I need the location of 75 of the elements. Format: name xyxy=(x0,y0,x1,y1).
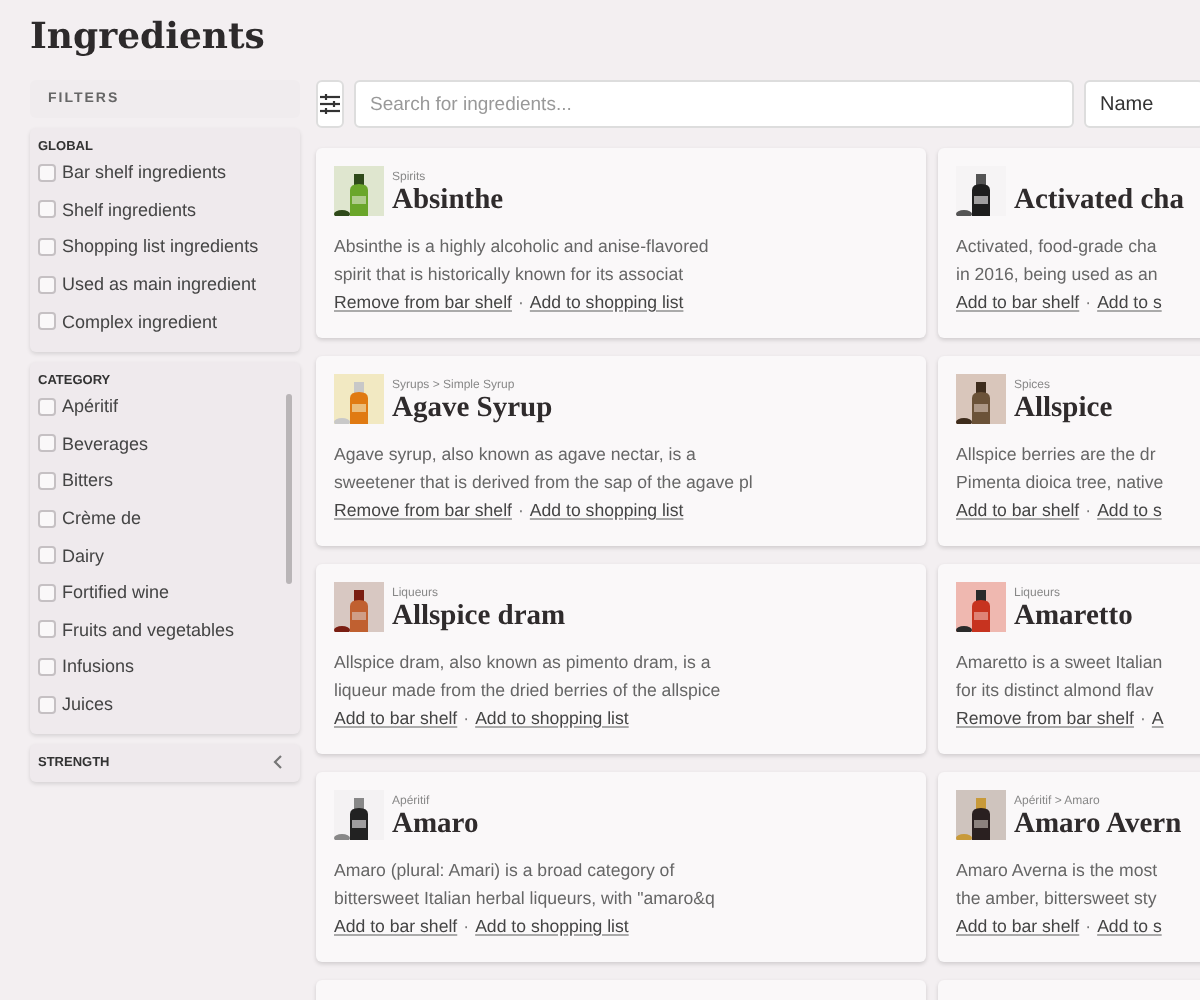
ingredient-name[interactable]: Agave Syrup xyxy=(392,392,553,424)
ingredient-description: Absinthe is a highly alcoholic and anise-flavored spirit that is historically known for its associat xyxy=(334,234,711,288)
ingredient-name[interactable]: Allspice dram xyxy=(392,600,566,632)
ingredient-description: Amaretto is a sweet Italian for its distinct almond flav xyxy=(956,650,1165,704)
checkbox[interactable] xyxy=(38,163,56,182)
action-link[interactable]: Add to bar shelf xyxy=(956,292,1080,312)
ingredient-description: Amaro (plural: Amari) is a broad category of bittersweet Italian herbal liqueurs, with "amaro&q xyxy=(334,858,717,912)
checkbox[interactable] xyxy=(38,434,56,453)
action-link[interactable]: A xyxy=(1151,708,1164,728)
filter-option-label: Beverages xyxy=(62,433,149,454)
filter-option-label: Shopping list ingredients xyxy=(62,236,259,257)
ingredient-name[interactable]: Amaro xyxy=(392,808,479,840)
scrollbar[interactable] xyxy=(286,393,292,584)
separator-dot: · xyxy=(1085,292,1092,312)
filter-option-label: Shelf ingredients xyxy=(62,199,197,220)
ingredient-name[interactable]: Amaro Avern xyxy=(1014,808,1182,840)
filter-option-label: Infusions xyxy=(62,656,135,677)
filter-option-label: Juices xyxy=(62,694,114,715)
checkbox[interactable] xyxy=(38,200,56,219)
ingredient-description: Allspice berries are the dr Pimenta dioica tree, native xyxy=(956,442,1166,496)
action-link[interactable]: Add to shopping list xyxy=(529,500,684,520)
checkbox[interactable] xyxy=(38,620,56,639)
checkbox[interactable] xyxy=(38,397,56,416)
action-link[interactable]: Add to s xyxy=(1097,500,1162,520)
filter-option-label: Fruits and vegetables xyxy=(62,619,235,640)
ingredient-description: Activated, food-grade cha in 2016, being used as an xyxy=(956,234,1160,288)
checkbox[interactable] xyxy=(38,695,56,714)
filter-option-label: Dairy xyxy=(62,545,105,566)
checkbox[interactable] xyxy=(38,237,56,256)
action-link[interactable]: Add to shopping list xyxy=(475,708,629,728)
filter-option-label: Apéritif xyxy=(62,396,119,417)
sliders-icon xyxy=(318,92,342,116)
action-link[interactable]: Add to shopping list xyxy=(475,916,629,936)
ingredient-description: Agave syrup, also known as agave nectar, is a sweetener that is derived from the sap of the agave pl xyxy=(334,442,755,496)
separator-dot: · xyxy=(463,916,470,936)
filter-toggle-button[interactable] xyxy=(316,80,344,128)
filter-option-label: Fortified wine xyxy=(62,582,170,603)
sort-dropdown[interactable]: Name xyxy=(1084,80,1200,128)
action-link[interactable]: Add to s xyxy=(1097,292,1162,312)
checkbox[interactable] xyxy=(38,583,56,602)
separator-dot: · xyxy=(517,292,524,312)
checkbox[interactable] xyxy=(38,509,56,528)
action-link[interactable]: Add to bar shelf xyxy=(956,500,1080,520)
checkbox[interactable] xyxy=(38,471,56,490)
ingredient-description: Allspice dram, also known as pimento dram, is a liqueur made from the dried berries of the allspice xyxy=(334,650,723,704)
filter-option-label: Used as main ingredient xyxy=(62,274,257,295)
ingredient-name[interactable]: Amaretto xyxy=(1014,600,1133,632)
ingredient-description: Amaro Averna is the most the amber, bittersweet sty xyxy=(956,858,1160,912)
action-link[interactable]: Remove from bar shelf xyxy=(334,500,512,520)
ingredient-name[interactable]: Activated cha xyxy=(1014,184,1184,216)
action-link[interactable]: Remove from bar shelf xyxy=(334,292,512,312)
ingredient-name[interactable]: Allspice xyxy=(1014,392,1113,424)
checkbox[interactable] xyxy=(38,546,56,565)
checkbox[interactable] xyxy=(38,312,56,331)
chevron-icon[interactable] xyxy=(272,753,284,770)
search-field[interactable]: Search for ingredients... xyxy=(354,80,1074,128)
action-link[interactable]: Add to bar shelf xyxy=(956,916,1080,936)
separator-dot: · xyxy=(1139,708,1146,728)
checkbox[interactable] xyxy=(38,275,56,294)
action-link[interactable]: Add to bar shelf xyxy=(334,916,458,936)
action-link[interactable]: Remove from bar shelf xyxy=(956,708,1134,728)
separator-dot: · xyxy=(463,708,470,728)
separator-dot: · xyxy=(1085,500,1092,520)
separator-dot: · xyxy=(517,500,524,520)
filter-option-label: Bitters xyxy=(62,470,114,491)
separator-dot: · xyxy=(1085,916,1092,936)
filter-option-label: Bar shelf ingredients xyxy=(62,162,227,183)
action-link[interactable]: Add to s xyxy=(1097,916,1162,936)
checkbox[interactable] xyxy=(38,657,56,676)
page-title: Ingredients xyxy=(30,16,267,60)
ingredient-name[interactable]: Absinthe xyxy=(392,184,504,216)
action-link[interactable]: Add to shopping list xyxy=(529,292,684,312)
filter-option-label: Crème de xyxy=(62,508,142,529)
filter-option-label: Complex ingredient xyxy=(62,311,218,332)
action-link[interactable]: Add to bar shelf xyxy=(334,708,458,728)
